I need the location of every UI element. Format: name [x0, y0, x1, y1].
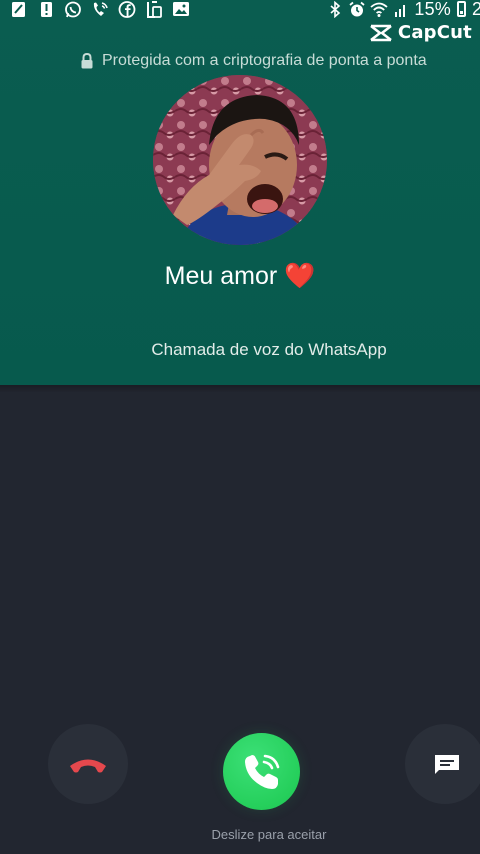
note-icon — [10, 1, 28, 18]
contact-name-text: Meu amor — [164, 262, 278, 290]
message-icon — [433, 753, 461, 775]
hang-up-icon — [66, 752, 110, 776]
reply-message-button[interactable] — [405, 724, 480, 804]
image-icon — [172, 1, 190, 18]
encryption-notice: Protegida com a criptografia de ponta a … — [80, 52, 427, 70]
battery-icon — [457, 1, 466, 17]
contact-name: Meu amor ❤️ — [0, 262, 480, 291]
media-icon — [145, 0, 163, 18]
whatsapp-icon — [64, 1, 82, 18]
capcut-logo-icon — [369, 23, 393, 43]
swipe-hint: Deslize para aceitar — [211, 827, 327, 842]
clock: 2 — [472, 0, 480, 18]
decline-call-button[interactable] — [48, 724, 128, 804]
capcut-label: CapCut — [397, 22, 472, 43]
heart-emoji: ❤️ — [284, 262, 316, 290]
encryption-text: Protegida com a criptografia de ponta a … — [102, 52, 427, 69]
wifi-icon — [370, 1, 388, 18]
status-bar: 15% 2 — [0, 0, 480, 20]
notification-icons — [10, 0, 190, 18]
accept-call-button[interactable] — [223, 733, 300, 810]
system-icons: 15% 2 — [326, 0, 480, 18]
call-type-label: Chamada de voz do WhatsApp — [151, 340, 387, 359]
bluetooth-icon — [326, 0, 342, 18]
alarm-icon — [348, 1, 365, 18]
contact-avatar — [153, 75, 327, 245]
battery-percentage: 15% — [414, 0, 451, 19]
phone-call-icon — [91, 1, 109, 18]
facebook-icon — [118, 0, 136, 18]
lock-icon — [80, 53, 94, 69]
capcut-watermark: CapCut — [369, 22, 472, 43]
alert-icon — [37, 1, 55, 18]
signal-icon — [392, 1, 408, 18]
phone-icon — [241, 751, 283, 793]
